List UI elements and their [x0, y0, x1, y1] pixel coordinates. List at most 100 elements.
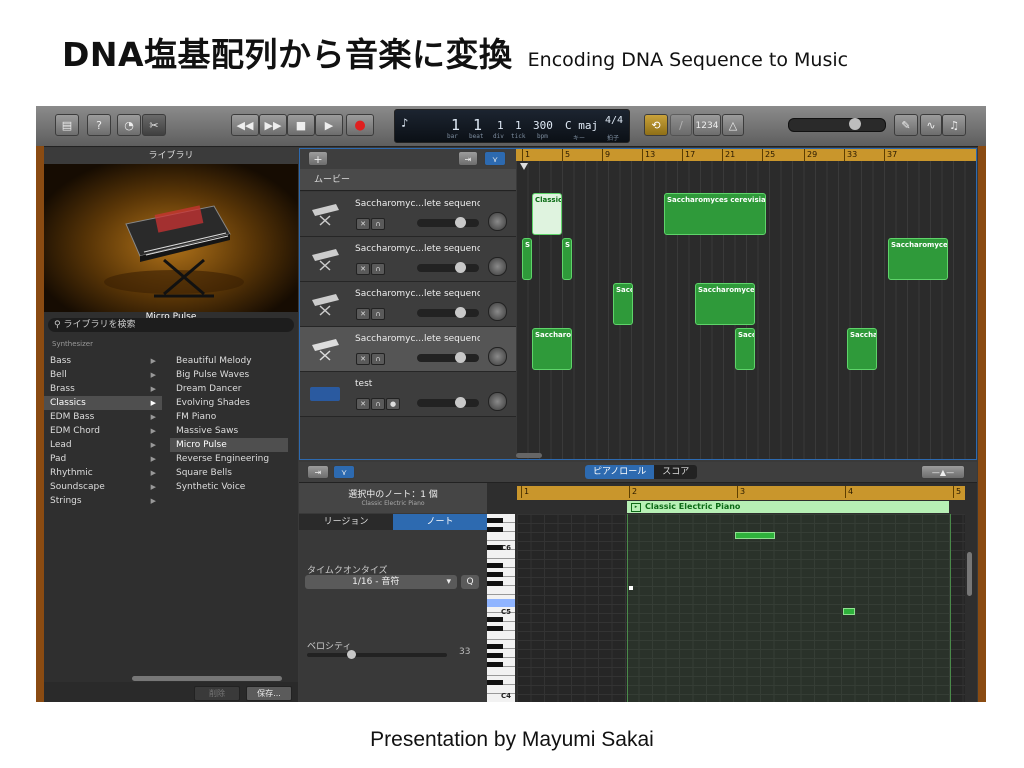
mute-button[interactable]: ✕ — [356, 218, 370, 230]
cycle-button[interactable]: ⟲ — [644, 114, 668, 136]
category-item[interactable]: Strings ▶ — [44, 494, 162, 508]
mute-button[interactable]: ✕ — [356, 308, 370, 320]
track-volume-knob[interactable] — [455, 262, 466, 273]
region[interactable]: Saccharomyces cerevisiae S — [664, 193, 766, 235]
add-track-button[interactable]: + — [308, 151, 328, 166]
library-scrollbar[interactable] — [132, 676, 282, 681]
library-breadcrumb[interactable]: Synthesizer — [52, 340, 93, 348]
tab-region[interactable]: リージョン — [299, 514, 393, 530]
patch-item[interactable]: Square Bells — [170, 466, 288, 480]
headphones-icon[interactable]: ∩ — [371, 398, 385, 410]
track-name[interactable]: Saccharomyc...lete sequence — [355, 244, 480, 254]
track-row-selected[interactable]: Saccharomyc...lete sequence ✕ ∩ — [300, 327, 516, 372]
stop-button[interactable]: ■ — [287, 114, 315, 136]
piano-keyboard[interactable]: C6 C5 C4 — [487, 514, 515, 702]
category-item[interactable]: Brass ▶ — [44, 382, 162, 396]
timeline-ruler[interactable]: 1 5 9 13 17 21 25 29 33 37 — [516, 149, 976, 161]
velocity-slider[interactable] — [307, 650, 447, 659]
category-item[interactable]: EDM Chord ▶ — [44, 424, 162, 438]
category-item-selected[interactable]: Classics ▶ — [44, 396, 162, 410]
editors-button[interactable]: ✂ — [142, 114, 166, 136]
pan-knob[interactable] — [488, 347, 507, 366]
headphones-icon[interactable]: ∩ — [371, 353, 385, 365]
track-volume-slider[interactable] — [417, 217, 479, 228]
patch-item[interactable]: Dream Dancer — [170, 382, 288, 396]
pan-knob[interactable] — [488, 302, 507, 321]
quantize-select[interactable]: 1/16 - 音符 ▾ — [305, 575, 457, 589]
track-row[interactable]: test ✕ ∩ ● — [300, 372, 516, 417]
black-key[interactable] — [487, 563, 503, 568]
midi-note[interactable] — [735, 532, 775, 539]
piano-roll-region-header[interactable]: ▸ Classic Electric Piano — [627, 501, 949, 513]
track-row[interactable]: Saccharomyc...lete sequence ✕ ∩ — [300, 192, 516, 237]
play-button[interactable]: ▶ — [315, 114, 343, 136]
tab-score[interactable]: スコア — [654, 465, 697, 479]
track-name[interactable]: Saccharomyc...lete sequence — [355, 199, 480, 209]
catch-button[interactable]: ⇥ — [458, 151, 478, 166]
patch-item[interactable]: Big Pulse Waves — [170, 368, 288, 382]
track-volume-knob[interactable] — [455, 307, 466, 318]
help-button[interactable]: ? — [87, 114, 111, 136]
patch-item[interactable]: Reverse Engineering — [170, 452, 288, 466]
piano-roll-region[interactable] — [627, 514, 951, 702]
piano-roll-ruler[interactable]: 1 2 3 4 5 — [517, 486, 965, 500]
region[interactable]: Sacc — [613, 283, 633, 325]
catch-button[interactable]: ⇥ — [307, 465, 329, 479]
track-volume-slider[interactable] — [417, 262, 479, 273]
headphones-icon[interactable]: ∩ — [371, 263, 385, 275]
category-item[interactable]: Bell ▶ — [44, 368, 162, 382]
pan-knob[interactable] — [488, 392, 507, 411]
region[interactable]: Saccha — [847, 328, 877, 370]
track-row[interactable]: Saccharomyc...lete sequence ✕ ∩ — [300, 237, 516, 282]
lcd-display[interactable]: ♪ 1 1 1 1 300 C maj 4/4 bar beat div tic… — [394, 109, 630, 143]
fast-forward-button[interactable]: ▶▶ — [259, 114, 287, 136]
region[interactable]: Sacc — [735, 328, 755, 370]
save-button[interactable]: 保存... — [246, 686, 292, 701]
tab-note[interactable]: ノート — [393, 514, 487, 530]
track-volume-knob[interactable] — [455, 217, 466, 228]
patch-item[interactable]: Massive Saws — [170, 424, 288, 438]
region[interactable]: S — [562, 238, 572, 280]
black-key[interactable] — [487, 662, 503, 667]
velocity-knob[interactable] — [347, 650, 356, 659]
library-search-input[interactable]: ⚲ ライブラリを検索 — [48, 318, 294, 332]
black-key[interactable] — [487, 644, 503, 649]
black-key[interactable] — [487, 527, 503, 532]
master-volume-knob[interactable] — [849, 118, 861, 130]
patch-item-selected[interactable]: Micro Pulse — [170, 438, 288, 452]
category-item[interactable]: Bass ▶ — [44, 354, 162, 368]
patch-item[interactable]: Evolving Shades — [170, 396, 288, 410]
delete-button[interactable]: 削除 — [194, 686, 240, 701]
midi-note-selected[interactable] — [629, 586, 633, 590]
piano-roll-scrollbar[interactable] — [967, 552, 972, 596]
category-item[interactable]: Soundscape ▶ — [44, 480, 162, 494]
track-volume-knob[interactable] — [455, 397, 466, 408]
mute-button[interactable]: ✕ — [356, 263, 370, 275]
headphones-icon[interactable]: ∩ — [371, 218, 385, 230]
region[interactable]: Classic — [532, 193, 562, 235]
metronome-button[interactable]: △ — [722, 114, 744, 136]
notepad-button[interactable]: ✎ — [894, 114, 918, 136]
movie-track[interactable]: ムービー — [300, 169, 516, 191]
track-volume-slider[interactable] — [417, 352, 479, 363]
black-key[interactable] — [487, 680, 503, 685]
midi-note[interactable] — [843, 608, 855, 615]
category-item[interactable]: Pad ▶ — [44, 452, 162, 466]
loop-browser-button[interactable]: ∿ — [920, 114, 942, 136]
pan-knob[interactable] — [488, 257, 507, 276]
region[interactable]: Saccharomyces — [888, 238, 948, 280]
rewind-button[interactable]: ◀◀ — [231, 114, 259, 136]
quantize-button[interactable]: Q — [461, 575, 479, 589]
highlighted-key[interactable] — [487, 599, 515, 607]
filter-icon[interactable]: ⋎ — [484, 151, 506, 166]
category-item[interactable]: EDM Bass ▶ — [44, 410, 162, 424]
track-volume-slider[interactable] — [417, 397, 479, 408]
count-in-button[interactable]: 1234 — [693, 114, 721, 136]
category-item[interactable]: Rhythmic ▶ — [44, 466, 162, 480]
timeline[interactable]: 1 5 9 13 17 21 25 29 33 37 Classic Sacch… — [516, 149, 976, 459]
region[interactable]: Saccharon — [532, 328, 572, 370]
black-key[interactable] — [487, 617, 503, 622]
zoom-slider[interactable]: —▲— — [921, 465, 965, 479]
mute-button[interactable]: ✕ — [356, 353, 370, 365]
black-key[interactable] — [487, 518, 503, 523]
